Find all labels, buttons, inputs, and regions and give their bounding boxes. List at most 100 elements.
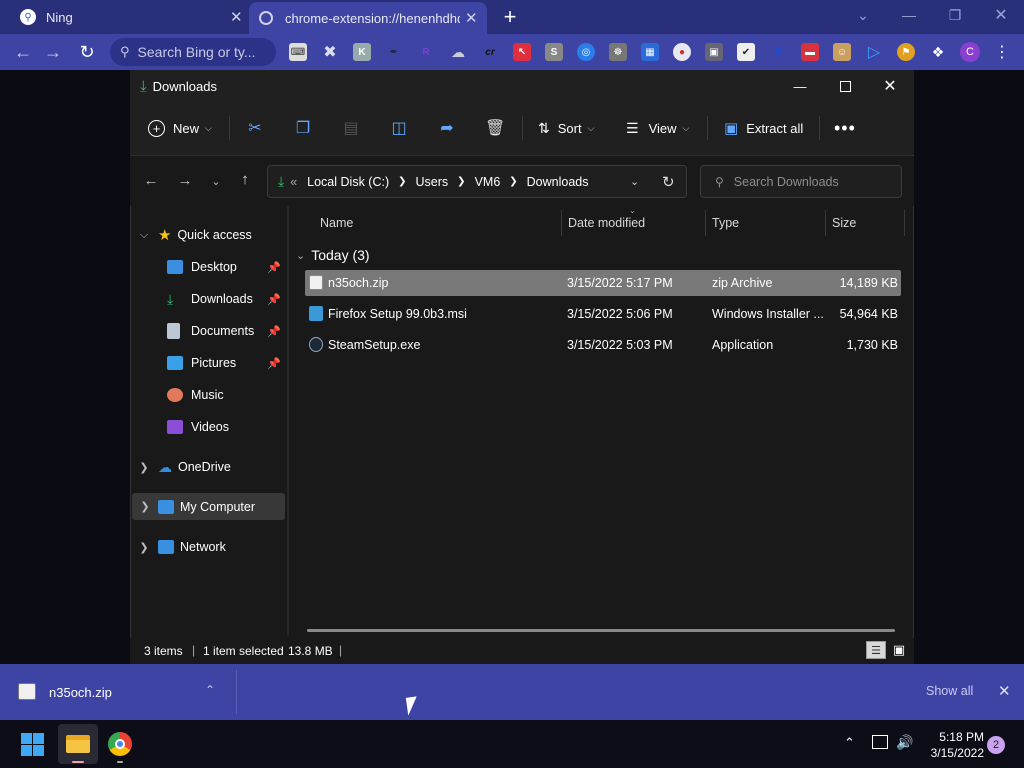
column-header-name[interactable]: Name bbox=[320, 210, 353, 236]
back-button[interactable]: ← bbox=[8, 34, 38, 70]
sidebar-item-quick-access[interactable]: ⌵ ★ Quick access bbox=[130, 220, 287, 250]
volume-icon[interactable]: 🔊 bbox=[896, 734, 913, 751]
explorer-maximize-button[interactable] bbox=[823, 72, 867, 100]
overflow-crumbs[interactable]: « bbox=[290, 175, 297, 189]
new-button[interactable]: + New ⌵ bbox=[148, 114, 212, 142]
omnibox[interactable]: ⚲ Search Bing or ty... bbox=[110, 38, 276, 66]
forward-arrow-icon[interactable]: → bbox=[175, 172, 195, 192]
column-divider[interactable] bbox=[705, 210, 706, 236]
up-arrow-icon[interactable]: ↑ bbox=[235, 171, 255, 191]
extension-face-icon[interactable]: ☺ bbox=[833, 43, 851, 61]
extension-flag-icon[interactable]: ● bbox=[673, 43, 691, 61]
extension-keyboard-icon[interactable]: ⌨ bbox=[289, 43, 307, 61]
paste-button[interactable]: ▤ bbox=[341, 114, 361, 142]
extension-play-icon[interactable]: ▷ bbox=[865, 43, 883, 61]
view-button[interactable]: ☰ View ⌵ bbox=[626, 114, 689, 142]
sidebar-item-videos[interactable]: Videos bbox=[130, 412, 287, 442]
more-options-button[interactable]: ••• bbox=[834, 114, 856, 142]
file-row[interactable]: SteamSetup.exe 3/15/2022 5:03 PM Applica… bbox=[305, 332, 901, 358]
download-item-name[interactable]: n35och.zip bbox=[49, 685, 112, 700]
extension-cloud-icon[interactable]: ☁ bbox=[449, 43, 467, 61]
chevron-down-icon[interactable]: ⌵ bbox=[130, 229, 158, 242]
extensions-puzzle-icon[interactable]: ❖ bbox=[929, 43, 947, 61]
copy-button[interactable]: ❐ bbox=[293, 114, 313, 142]
column-divider[interactable] bbox=[561, 210, 562, 236]
explorer-close-button[interactable]: ✕ bbox=[868, 72, 912, 100]
column-header-size[interactable]: Size bbox=[832, 210, 856, 236]
notification-badge[interactable]: 2 bbox=[987, 736, 1005, 754]
crumb-vm6[interactable]: VM6 bbox=[475, 175, 501, 189]
file-explorer-taskbar-button[interactable] bbox=[58, 724, 98, 764]
crumb-users[interactable]: Users bbox=[416, 175, 449, 189]
cut-button[interactable]: ✂ bbox=[245, 114, 265, 142]
sidebar-item-network[interactable]: ❯ Network bbox=[130, 532, 287, 562]
delete-button[interactable]: 🗑 bbox=[485, 114, 505, 142]
chevron-right-icon[interactable]: ❯ bbox=[130, 541, 158, 554]
chevron-right-icon[interactable]: ❯ bbox=[130, 461, 158, 474]
close-window-button[interactable]: ✕ bbox=[978, 0, 1024, 30]
extension-r2-icon[interactable]: R bbox=[769, 43, 787, 61]
recent-locations-chevron-icon[interactable]: ⌄ bbox=[206, 172, 226, 192]
chevron-up-icon[interactable]: ⌃ bbox=[844, 735, 855, 751]
crumb-downloads[interactable]: Downloads bbox=[527, 175, 589, 189]
extension-cross-icon[interactable]: ✖ bbox=[321, 43, 339, 61]
new-tab-button[interactable]: + bbox=[498, 5, 522, 29]
details-view-icon[interactable]: ☰ bbox=[866, 641, 886, 659]
share-button[interactable]: ➦ bbox=[437, 114, 457, 142]
windows-start-icon[interactable] bbox=[21, 733, 44, 756]
group-header-today[interactable]: ⌄ Today (3) bbox=[296, 245, 370, 265]
rename-button[interactable]: ◫ bbox=[389, 114, 409, 142]
tab-search-icon[interactable]: ⌄ bbox=[840, 0, 886, 30]
file-row[interactable]: n35och.zip 3/15/2022 5:17 PM zip Archive… bbox=[305, 270, 901, 296]
sidebar-item-my-computer[interactable]: ❯ My Computer bbox=[132, 493, 285, 520]
address-bar[interactable]: ⤓ « Local Disk (C:) ❯ Users ❯ VM6 ❯ Down… bbox=[267, 165, 687, 198]
back-arrow-icon[interactable]: ← bbox=[141, 172, 161, 192]
close-tab-icon[interactable]: ✕ bbox=[465, 9, 478, 27]
sidebar-item-downloads[interactable]: ⤓ Downloads 📌 bbox=[130, 284, 287, 314]
pin-icon[interactable]: 📌 bbox=[267, 293, 281, 306]
extension-cr-icon[interactable]: cr bbox=[481, 43, 499, 61]
pin-icon[interactable]: 📌 bbox=[267, 357, 281, 370]
extract-all-button[interactable]: ▣ Extract all bbox=[724, 114, 803, 142]
sort-button[interactable]: ⇅ Sort ⌵ bbox=[538, 114, 594, 142]
horizontal-scrollbar[interactable] bbox=[307, 629, 895, 632]
minimize-window-button[interactable]: — bbox=[886, 0, 932, 30]
chrome-icon[interactable] bbox=[108, 732, 132, 756]
crumb-local-disk[interactable]: Local Disk (C:) bbox=[307, 175, 389, 189]
chevron-up-icon[interactable]: ⌃ bbox=[205, 683, 215, 697]
chevron-right-icon[interactable]: ❯ bbox=[132, 500, 158, 513]
reload-button[interactable]: ↻ bbox=[72, 34, 102, 70]
address-dropdown-icon[interactable]: ⌄ bbox=[630, 175, 639, 188]
forward-button[interactable]: → bbox=[38, 34, 68, 70]
pin-icon[interactable]: 📌 bbox=[267, 325, 281, 338]
explorer-minimize-button[interactable]: — bbox=[778, 72, 822, 100]
extension-s-icon[interactable]: S bbox=[545, 43, 563, 61]
sidebar-item-pictures[interactable]: Pictures 📌 bbox=[130, 348, 287, 378]
show-all-button[interactable]: Show all bbox=[926, 684, 973, 698]
column-divider[interactable] bbox=[825, 210, 826, 236]
extension-image-icon[interactable]: ▣ bbox=[705, 43, 723, 61]
extension-grid-icon[interactable]: ▦ bbox=[641, 43, 659, 61]
extension-r-icon[interactable]: R bbox=[417, 43, 435, 61]
restore-window-button[interactable]: ❐ bbox=[932, 0, 978, 30]
extension-pen-icon[interactable]: ✒ bbox=[385, 43, 403, 61]
refresh-icon[interactable]: ↻ bbox=[662, 173, 675, 191]
sidebar-item-onedrive[interactable]: ❯ ☁ OneDrive bbox=[130, 452, 287, 482]
sidebar-item-music[interactable]: Music bbox=[130, 380, 287, 410]
extension-edge-icon[interactable]: ◎ bbox=[577, 43, 595, 61]
pin-icon[interactable]: 📌 bbox=[267, 261, 281, 274]
file-row[interactable]: Firefox Setup 99.0b3.msi 3/15/2022 5:06 … bbox=[305, 301, 901, 327]
extension-user-icon[interactable]: ⚑ bbox=[897, 43, 915, 61]
profile-avatar[interactable]: C bbox=[960, 42, 980, 62]
extension-check-icon[interactable]: ✔ bbox=[737, 43, 755, 61]
column-divider[interactable] bbox=[904, 210, 905, 236]
clock[interactable]: 5:18 PM 3/15/2022 bbox=[924, 729, 984, 761]
search-downloads-input[interactable]: ⚲ Search Downloads bbox=[700, 165, 902, 198]
sidebar-item-desktop[interactable]: Desktop 📌 bbox=[130, 252, 287, 282]
extension-wheel-icon[interactable]: ☸ bbox=[609, 43, 627, 61]
tab-extension[interactable]: chrome-extension://henenhdhdl ✕ bbox=[249, 2, 487, 34]
extension-cursor-icon[interactable]: ↖ bbox=[513, 43, 531, 61]
tiles-view-icon[interactable]: ▣ bbox=[890, 641, 908, 659]
extension-bar-icon[interactable]: ▬ bbox=[801, 43, 819, 61]
tab-ning[interactable]: ⚲ Ning ✕ bbox=[10, 0, 246, 34]
